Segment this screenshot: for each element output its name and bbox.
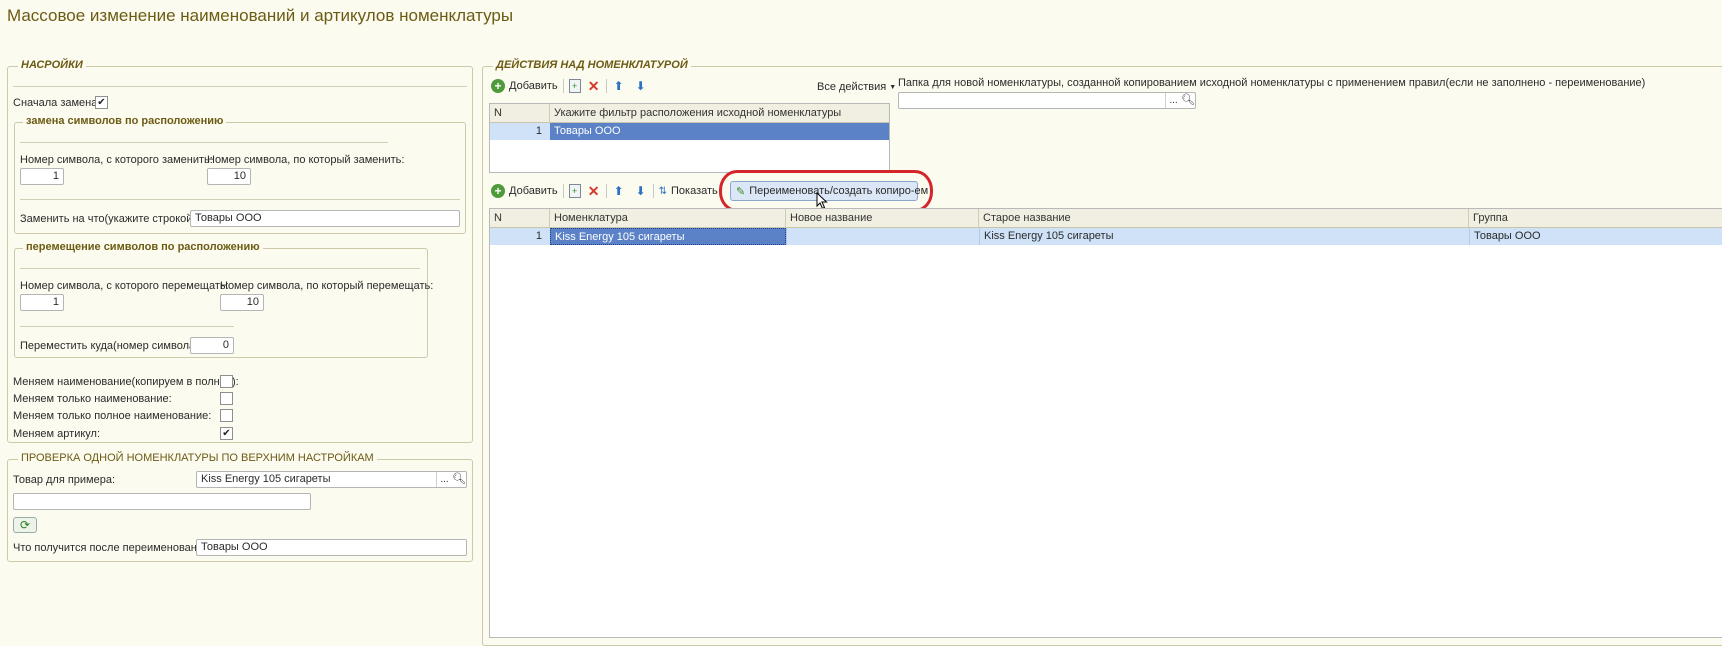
column-header-item[interactable]: Номенклатура: [550, 209, 786, 228]
replace-to-input[interactable]: 10: [207, 168, 251, 185]
replace-from-label: Номер символа, с которого заменить:: [20, 154, 213, 166]
replace-with-label: Заменить на что(укажите строкой):: [20, 213, 200, 225]
actions-legend: ДЕЙСТВИЯ НАД НОМЕНКЛАТУРОЙ: [493, 59, 691, 71]
items-table[interactable]: N Номенклатура Новое название Старое наз…: [489, 208, 1722, 638]
option-checkbox-copy-full[interactable]: [220, 375, 233, 388]
sample-value: Kiss Energy 105 сигареты: [201, 473, 331, 485]
cell-filter[interactable]: Товары ООО: [550, 123, 889, 140]
filter-add-button[interactable]: Добавить: [509, 80, 558, 92]
column-header-n[interactable]: N: [490, 209, 550, 228]
move-group-legend: перемещение символов по расположению: [23, 241, 263, 253]
option-label: Меняем только полное наименование:: [13, 410, 212, 422]
folder-label: Папка для новой номенклатуры, созданной …: [898, 77, 1646, 89]
check-legend: ПРОВЕРКА ОДНОЙ НОМЕНКЛАТУРЫ ПО ВЕРХНИМ Н…: [18, 452, 377, 464]
sample-label: Товар для примера:: [13, 474, 116, 486]
option-label: Меняем только наименование:: [13, 393, 172, 405]
dropdown-arrow-icon: ▼: [889, 83, 897, 91]
copy-icon[interactable]: +: [568, 79, 581, 93]
search-icon[interactable]: 🔍︎: [452, 472, 466, 487]
toolbar-separator: [562, 79, 564, 93]
replace-from-input[interactable]: 1: [20, 168, 64, 185]
folder-search-icon[interactable]: 🔍︎: [1181, 93, 1195, 108]
cell-group[interactable]: Товары ООО: [1469, 228, 1722, 245]
column-header-group[interactable]: Группа: [1469, 209, 1722, 228]
option-label: Меняем наименование(копируем в полное):: [13, 376, 239, 388]
settings-legend: НАСРОЙКИ: [18, 59, 86, 71]
add-icon[interactable]: +: [491, 184, 505, 198]
extra-input[interactable]: [13, 493, 311, 510]
move-from-label: Номер символа, с которого перемещать:: [20, 280, 229, 292]
replace-first-checkbox[interactable]: ✔: [95, 96, 108, 109]
option-checkbox-article[interactable]: ✔: [220, 427, 233, 440]
toolbar-separator: [652, 184, 654, 198]
sample-input[interactable]: Kiss Energy 105 сигареты ... 🔍︎: [196, 471, 467, 488]
filter-table-header: N Укажите фильтр расположения исходной н…: [490, 104, 889, 123]
option-checkbox-name-only[interactable]: [220, 392, 233, 405]
window-title: Массовое изменение наименований и артику…: [7, 6, 514, 25]
replace-first-label: Сначала замена:: [13, 97, 101, 109]
toolbar-separator: [605, 184, 607, 198]
show-button[interactable]: Показать: [671, 185, 718, 197]
delete-icon[interactable]: ✕: [587, 184, 601, 198]
cell-old-name[interactable]: Kiss Energy 105 сигареты: [979, 228, 1469, 245]
add-icon[interactable]: +: [491, 79, 505, 93]
move-up-icon[interactable]: ⬆: [612, 79, 626, 93]
check-icon: ✔: [97, 96, 106, 108]
table-row[interactable]: 1 Kiss Energy 105 сигареты Kiss Energy 1…: [490, 228, 1722, 245]
settings-divider: [13, 86, 467, 87]
cell-new-name[interactable]: [786, 228, 979, 245]
option-checkbox-fullname-only[interactable]: [220, 409, 233, 422]
toolbar-separator: [562, 184, 564, 198]
column-header-n[interactable]: N: [490, 104, 550, 123]
replace-with-input[interactable]: Товары ООО: [190, 210, 460, 227]
all-actions-label: Все действия: [817, 81, 887, 93]
column-header-new-name[interactable]: Новое название: [786, 209, 979, 228]
toolbar-separator: [605, 79, 607, 93]
column-header-old-name[interactable]: Старое название: [979, 209, 1469, 228]
table-row[interactable]: 1 Товары ООО: [490, 123, 889, 140]
replace-to-label: Номер символа, по который заменить:: [207, 154, 405, 166]
items-toolbar: + Добавить + ✕ ⬆ ⬇ ⇅ Показать: [491, 184, 718, 198]
result-label: Что получится после переименования:: [13, 542, 213, 554]
move-group-divider: [20, 268, 420, 269]
replace-group-legend: замена символов по расположению: [23, 115, 227, 127]
move-down-icon[interactable]: ⬇: [634, 184, 648, 198]
cell-n: 1: [535, 125, 542, 137]
refresh-button[interactable]: ⟳: [13, 517, 37, 533]
filter-toolbar: + Добавить + ✕ ⬆ ⬇: [491, 79, 648, 93]
all-actions-menu[interactable]: Все действия ▼: [817, 81, 896, 93]
replace-group-divider-2: [20, 199, 460, 200]
refresh-icon: ⟳: [19, 518, 31, 532]
result-input[interactable]: Товары ООО: [196, 539, 467, 556]
move-target-input[interactable]: 0: [190, 337, 234, 354]
folder-input[interactable]: ... 🔍︎: [898, 92, 1196, 109]
option-label: Меняем артикул:: [13, 428, 101, 440]
column-header-filter[interactable]: Укажите фильтр расположения исходной ном…: [550, 104, 890, 123]
cell-item[interactable]: Kiss Energy 105 сигареты: [550, 228, 786, 245]
filter-table[interactable]: N Укажите фильтр расположения исходной н…: [489, 103, 890, 173]
cell-n: 1: [535, 230, 542, 242]
move-down-icon[interactable]: ⬇: [634, 79, 648, 93]
move-from-input[interactable]: 1: [20, 294, 64, 311]
check-icon: ✔: [222, 427, 231, 439]
select-dots-button[interactable]: ...: [436, 472, 452, 487]
show-icon[interactable]: ⇅: [659, 186, 667, 197]
move-to-label: Номер символа, по который перемещать:: [220, 280, 434, 292]
items-add-button[interactable]: Добавить: [509, 185, 558, 197]
copy-icon[interactable]: +: [568, 184, 581, 198]
move-target-label: Переместить куда(номер символа):: [20, 340, 202, 352]
move-up-icon[interactable]: ⬆: [612, 184, 626, 198]
items-table-header: N Номенклатура Новое название Старое наз…: [490, 209, 1722, 228]
folder-value: [899, 93, 1165, 108]
replace-group-divider: [20, 142, 388, 143]
move-to-input[interactable]: 10: [220, 294, 264, 311]
folder-select-dots[interactable]: ...: [1165, 93, 1181, 108]
move-group-divider-2: [20, 326, 234, 327]
delete-icon[interactable]: ✕: [587, 79, 601, 93]
